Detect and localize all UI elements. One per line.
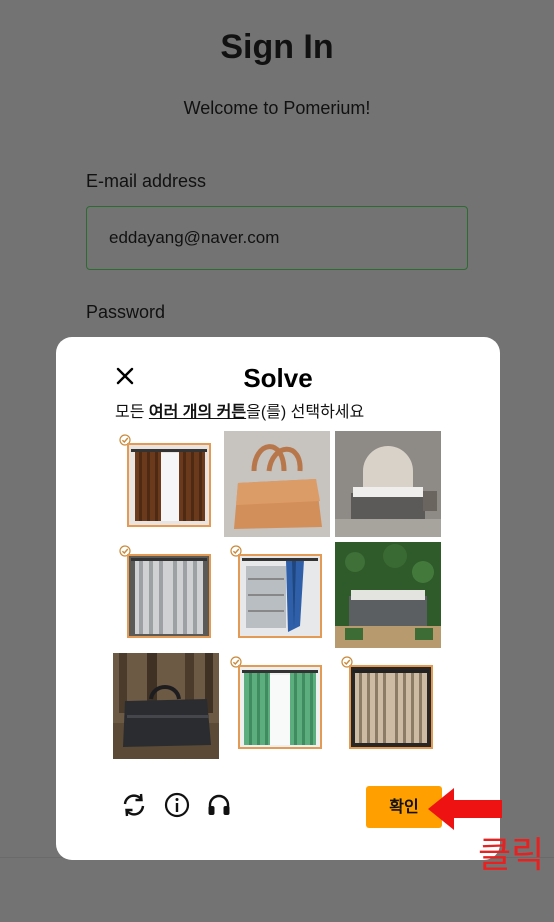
refresh-icon[interactable] [120, 791, 148, 819]
headphones-icon[interactable] [205, 791, 233, 819]
tile-beige-curtains[interactable] [335, 653, 441, 759]
captcha-instruction: 모든 여러 개의 커튼을(를) 선택하세요 [115, 398, 364, 422]
tile-tote-bag[interactable] [224, 431, 330, 537]
curtain-image [127, 554, 211, 638]
tile-duffel-bag[interactable] [113, 653, 219, 759]
email-label: E-mail address [86, 171, 207, 191]
bedroom-image [335, 431, 441, 537]
email-field[interactable]: eddayang@naver.com [86, 206, 468, 270]
curtain-image [349, 665, 433, 749]
bag-image [224, 431, 330, 537]
info-icon[interactable] [163, 791, 191, 819]
tile-brown-curtains[interactable] [113, 431, 219, 537]
tile-blue-curtain[interactable] [224, 542, 330, 648]
tile-green-curtains[interactable] [224, 653, 330, 759]
curtain-image [127, 443, 211, 527]
instruction-suffix: 을(를) 선택하세요 [246, 404, 365, 421]
page-title: Sign In [220, 28, 334, 66]
curtain-image [238, 665, 322, 749]
password-label: Password [86, 302, 166, 322]
tile-grey-curtains[interactable] [113, 542, 219, 648]
bedroom-image [335, 542, 441, 648]
tile-bedroom[interactable] [335, 431, 441, 537]
instruction-emphasis: 여러 개의 커튼 [148, 404, 247, 421]
click-annotation: 클릭 [478, 835, 545, 876]
instruction-prefix: 모든 [115, 404, 149, 421]
captcha-title: Solve [243, 363, 313, 393]
captcha-modal: Solve 모든 여러 개의 커튼을(를) 선택하세요 확인 [56, 337, 500, 860]
bag-image [113, 653, 219, 759]
image-grid [113, 431, 443, 760]
page-subtitle: Welcome to Pomerium! [183, 98, 371, 118]
tile-green-wall-bedroom[interactable] [335, 542, 441, 648]
curtain-image [238, 554, 322, 638]
